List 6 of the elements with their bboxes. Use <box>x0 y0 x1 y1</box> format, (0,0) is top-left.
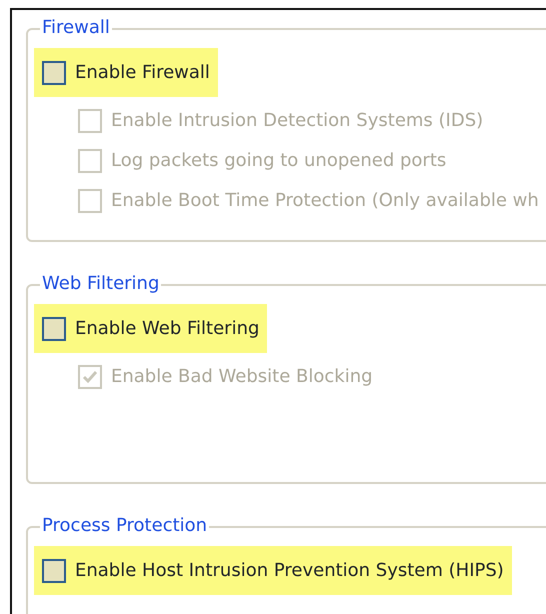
checkbox-label[interactable]: Enable Firewall <box>75 59 210 86</box>
checkbox[interactable] <box>42 558 66 582</box>
checkbox-label[interactable]: Enable Web Filtering <box>75 315 260 342</box>
checkbox[interactable] <box>42 60 66 84</box>
checkbox[interactable] <box>42 316 66 340</box>
checkbox-label[interactable]: Enable Host Intrusion Prevention System (HIPS) <box>75 557 504 584</box>
